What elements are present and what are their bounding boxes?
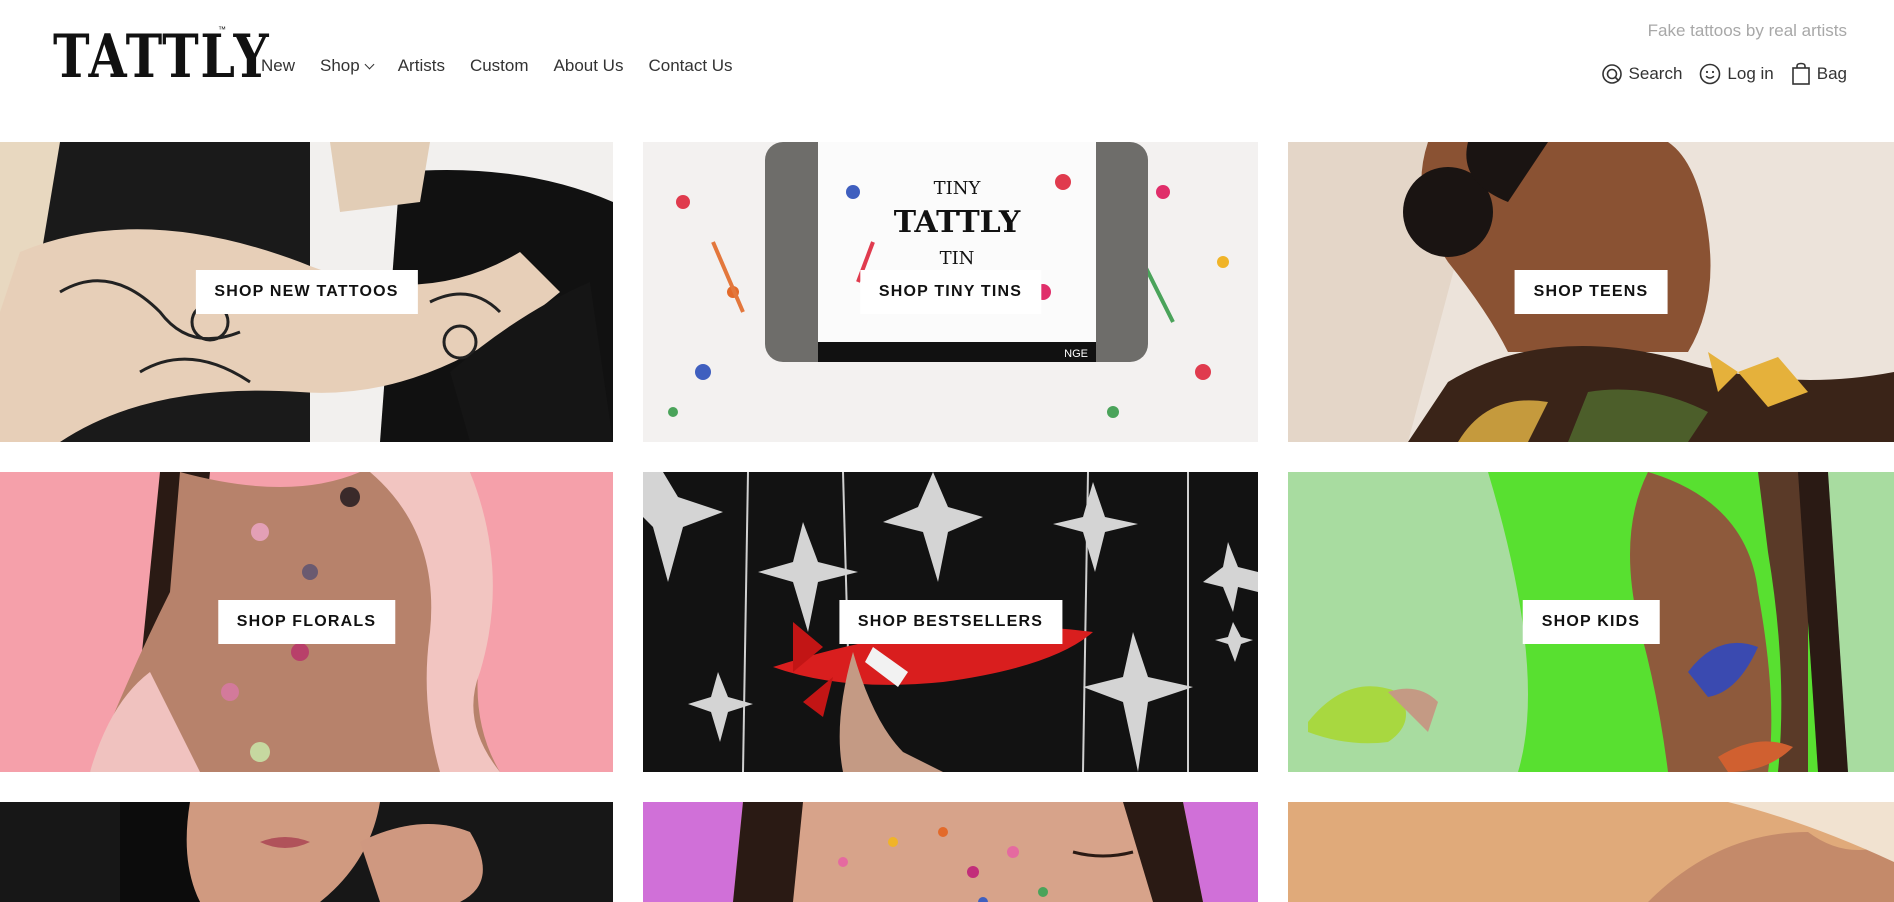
tattly-logo[interactable]: TATTLY ™ [53,22,269,92]
tin-line-1: TINY [934,178,982,199]
smiley-face-icon [1700,63,1721,85]
search-button[interactable]: Search [1601,63,1683,85]
nav-custom-label: Custom [469,56,529,75]
bag-button[interactable]: Bag [1791,62,1847,86]
search-label: Search [1628,64,1683,83]
logo-trademark: ™ [218,25,226,34]
nav-new-label: New [261,56,296,75]
shop-florals-button[interactable]: SHOP FLORALS [217,600,396,644]
nav-contact-us-label: Contact Us [648,56,733,75]
shopping-bag-icon [1791,62,1810,85]
nav-about-us-label: About Us [553,56,624,75]
tile-row3-middle[interactable] [643,802,1258,902]
shop-kids-button[interactable]: SHOP KIDS [1522,600,1660,644]
tagline: Fake tattoos by real artists [1647,21,1847,40]
main-nav: New Shop Artists Custom About Us Contact… [261,56,758,76]
shop-new-tattoos-button[interactable]: SHOP NEW TATTOOS [195,270,418,314]
tile-new-tattoos[interactable]: SHOP NEW TATTOOS [0,142,613,442]
nav-artists-label: Artists [397,56,445,75]
site-header: TATTLY ™ New Shop Artists Custom About U… [0,0,1894,142]
tile-florals[interactable]: SHOP FLORALS [0,472,613,772]
tin-line-3: TIN [940,248,975,269]
woman-portrait-photo [0,802,613,902]
shop-teens-button[interactable]: SHOP TEENS [1514,270,1668,314]
login-button[interactable]: Log in [1699,63,1774,85]
nav-contact-us[interactable]: Contact Us [648,56,732,76]
shop-bestsellers-button[interactable]: SHOP BESTSELLERS [838,600,1063,644]
nav-artists[interactable]: Artists [398,56,445,76]
tile-bestsellers[interactable]: SHOP BESTSELLERS [643,472,1258,772]
bag-label: Bag [1816,64,1847,83]
tin-line-2: TATTLY [894,205,1021,240]
nav-custom[interactable]: Custom [470,56,529,76]
tin-band-text: NGE [1064,348,1088,360]
nav-shop-label: Shop [320,56,360,75]
tile-tiny-tins[interactable]: TINY TATTLY TIN NGE SHOP TINY TINS [643,142,1258,442]
nav-shop[interactable]: Shop [320,56,375,76]
tile-kids[interactable]: SHOP KIDS [1288,472,1894,772]
login-label: Log in [1727,64,1774,83]
nav-new[interactable]: New [261,56,295,76]
utility-nav: Search Log in Bag [1584,62,1847,86]
tile-row3-right[interactable] [1288,802,1894,902]
logo-wordmark: TATTLY [53,22,271,92]
chevron-down-icon [364,59,375,70]
tile-row3-left[interactable] [0,802,613,902]
face-floral-tattoos-photo [643,802,1258,902]
shop-tiny-tins-button[interactable]: SHOP TINY TINS [859,270,1042,314]
search-icon [1601,64,1622,84]
tile-teens[interactable]: SHOP TEENS [1288,142,1894,442]
nav-about-us[interactable]: About Us [554,56,624,76]
shoulder-portrait-photo [1288,802,1894,902]
